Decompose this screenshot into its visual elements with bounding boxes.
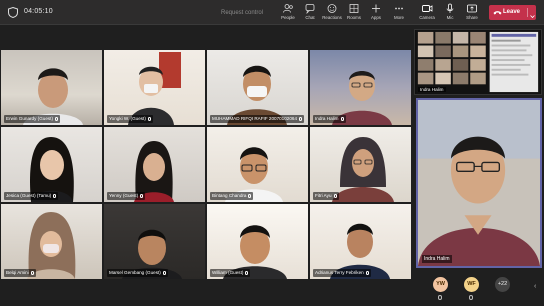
people-button[interactable]: People (277, 3, 299, 23)
mic-icon (245, 270, 249, 275)
participant-video (225, 147, 283, 202)
reactions-button[interactable]: Reactions (321, 3, 343, 23)
rooms-label: Rooms (347, 15, 361, 20)
rooms-button[interactable]: Rooms (343, 3, 365, 23)
participant-tile[interactable]: Fitri Ayu (310, 127, 411, 202)
more-button[interactable]: More (388, 3, 410, 23)
participant-tile[interactable]: MUHAMMAD RIFQI RAFIF 20070102064 (207, 50, 308, 125)
chevron-left-icon[interactable]: ‹ (534, 283, 536, 290)
participant-name-label: Bintang Chandra (210, 192, 254, 200)
spotlight-video[interactable]: Indra Halim (416, 98, 542, 268)
people-label: People (281, 15, 295, 20)
leave-label: Leave (503, 9, 521, 15)
apps-icon (372, 4, 380, 13)
mic-icon (333, 193, 337, 198)
shared-screen-preview[interactable]: Indra Halim (414, 29, 542, 95)
participant-tile[interactable]: Indra Halim (310, 50, 411, 125)
participant-video (332, 137, 394, 202)
participant-tile[interactable]: Belqi Amini (1, 204, 102, 279)
participant-video (134, 141, 174, 202)
mic-icon (340, 116, 344, 121)
participant-name-label: MUHAMMAD RIFQI RAFIF 20070102064 (210, 115, 305, 123)
participant-avatar[interactable]: YW (433, 277, 448, 292)
participant-tile[interactable]: Marsel Gembang (Guest) (104, 204, 205, 279)
participant-video (23, 68, 83, 125)
camera-button[interactable]: Camera (416, 3, 438, 23)
participant-video (30, 137, 74, 202)
leave-button[interactable]: Leave (489, 5, 536, 20)
participant-video (227, 65, 287, 125)
participant-video (223, 225, 287, 279)
camera-icon (422, 5, 433, 12)
mic-icon (147, 116, 151, 121)
chat-icon (305, 4, 315, 14)
reactions-label: Reactions (322, 15, 342, 20)
rooms-icon (349, 4, 359, 13)
apps-label: Apps (370, 15, 381, 20)
participant-video (330, 223, 390, 279)
participant-tile[interactable]: Yenny (Guest) (104, 127, 205, 202)
share-icon (467, 4, 477, 13)
spotlight-participant-video (418, 100, 540, 266)
video-grid: Erwin Gunardy (Guest) Yongki W. (Guest) … (1, 26, 411, 306)
mic-icon (162, 270, 166, 275)
participant-name-label: Fitri Ayu (313, 192, 339, 200)
participant-name-label: Erwin Gunardy (Guest) (4, 115, 60, 123)
participant-name-label: Belqi Amini (4, 269, 36, 277)
participant-name-label: William (Guest) (210, 269, 251, 277)
mic-icon (438, 295, 442, 300)
mic-icon (54, 116, 58, 121)
mic-button[interactable]: Mic (439, 3, 461, 23)
participant-tile[interactable]: Erwin Gunardy (Guest) (1, 50, 102, 125)
mic-icon (299, 116, 303, 121)
chat-label: Chat (305, 15, 315, 20)
shared-screen-label: Indra Halim (418, 87, 446, 92)
participant-name-label: Adrianus Terry Febriken (313, 269, 371, 277)
more-label: More (393, 15, 404, 20)
participant-tile[interactable]: Adrianus Terry Febriken (310, 204, 411, 279)
more-icon (395, 7, 403, 10)
reactions-icon (327, 4, 337, 13)
apps-button[interactable]: Apps (365, 3, 387, 23)
participant-video (122, 229, 182, 279)
leave-options-button[interactable] (527, 8, 535, 19)
shared-screen-content (415, 30, 541, 94)
participant-tile[interactable]: Jesica (Guest) (Tamu) (1, 127, 102, 202)
mic-icon (248, 193, 252, 198)
spotlight-name-label: Indra Halim (422, 255, 452, 263)
participant-name-label: Indra Halim (313, 115, 346, 123)
chevron-down-icon (530, 15, 535, 19)
share-label: Share (466, 15, 478, 20)
mic-icon (30, 270, 34, 275)
participant-tile[interactable]: Bintang Chandra (207, 127, 308, 202)
participant-name-label: Yongki W. (Guest) (107, 115, 153, 123)
participant-video (128, 52, 181, 125)
participant-name-label: Marsel Gembang (Guest) (107, 269, 168, 277)
camera-label: Camera (419, 15, 435, 20)
chat-button[interactable]: Chat (299, 3, 321, 23)
participant-avatar[interactable]: WF (464, 277, 479, 292)
mic-icon (446, 3, 454, 13)
people-icon (283, 4, 293, 13)
participant-tile[interactable]: Yongki W. (Guest) (104, 50, 205, 125)
meeting-toolbar: 04:05:10 Request control People Chat Rea… (0, 0, 544, 25)
participant-tile[interactable]: William (Guest) (207, 204, 308, 279)
request-control-button[interactable]: Request control (210, 7, 274, 19)
mic-icon (140, 193, 144, 198)
mic-icon (53, 193, 57, 198)
share-button[interactable]: Share (461, 3, 483, 23)
participant-name-label: Yenny (Guest) (107, 192, 146, 200)
mic-icon (365, 270, 369, 275)
participant-video (27, 212, 76, 279)
shield-icon (8, 7, 18, 18)
participant-video (332, 71, 392, 125)
participant-name-label: Jesica (Guest) (Tamu) (4, 192, 59, 200)
mic-label: Mic (446, 15, 454, 20)
meeting-timer: 04:05:10 (24, 8, 53, 15)
phone-hangup-icon (493, 11, 502, 15)
more-participants-button[interactable]: +22 (495, 277, 510, 292)
mic-icon (469, 295, 473, 300)
